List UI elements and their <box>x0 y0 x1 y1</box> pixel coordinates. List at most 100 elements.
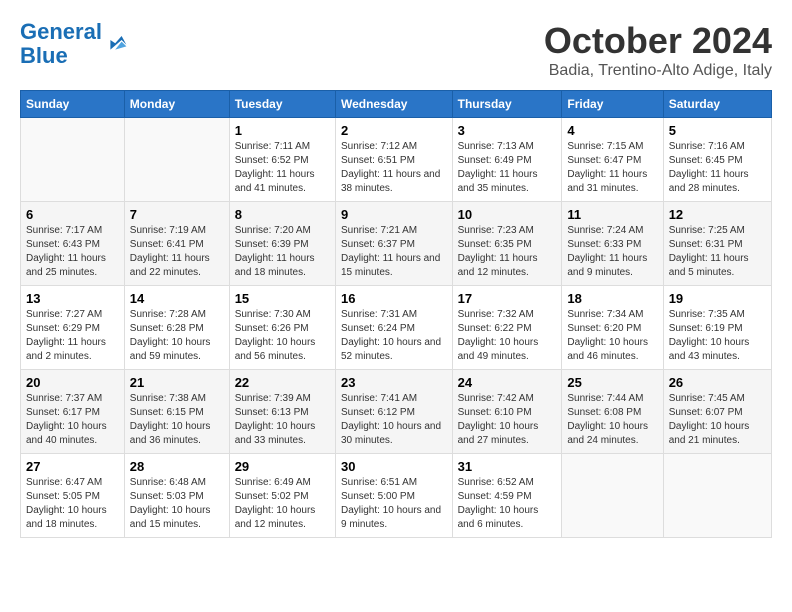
day-detail: Sunrise: 7:16 AM Sunset: 6:45 PM Dayligh… <box>669 140 766 196</box>
day-number: 7 <box>130 207 224 222</box>
day-number: 13 <box>26 291 119 306</box>
title-block: October 2024 Badia, Trentino-Alto Adige,… <box>544 20 772 80</box>
day-detail: Sunrise: 7:42 AM Sunset: 6:10 PM Dayligh… <box>458 392 557 448</box>
calendar-cell: 7 Sunrise: 7:19 AM Sunset: 6:41 PM Daylig… <box>124 202 229 286</box>
day-detail: Sunrise: 7:32 AM Sunset: 6:22 PM Dayligh… <box>458 308 557 364</box>
calendar-cell: 23 Sunrise: 7:41 AM Sunset: 6:12 PM Dayli… <box>335 370 452 454</box>
day-number: 29 <box>235 459 330 474</box>
day-detail: Sunrise: 6:47 AM Sunset: 5:05 PM Dayligh… <box>26 476 119 532</box>
day-detail: Sunrise: 6:51 AM Sunset: 5:00 PM Dayligh… <box>341 476 447 532</box>
weekday-row: SundayMondayTuesdayWednesdayThursdayFrid… <box>21 91 772 118</box>
day-detail: Sunrise: 7:39 AM Sunset: 6:13 PM Dayligh… <box>235 392 330 448</box>
day-number: 15 <box>235 291 330 306</box>
calendar-cell: 5 Sunrise: 7:16 AM Sunset: 6:45 PM Daylig… <box>663 118 771 202</box>
day-number: 30 <box>341 459 447 474</box>
calendar-cell: 28 Sunrise: 6:48 AM Sunset: 5:03 PM Dayli… <box>124 454 229 538</box>
calendar-cell: 16Sunrise: 7:31 AM Sunset: 6:24 PM Dayli… <box>335 286 452 370</box>
day-number: 10 <box>458 207 557 222</box>
calendar-cell: 6 Sunrise: 7:17 AM Sunset: 6:43 PM Daylig… <box>21 202 125 286</box>
day-detail: Sunrise: 7:38 AM Sunset: 6:15 PM Dayligh… <box>130 392 224 448</box>
day-detail: Sunrise: 7:44 AM Sunset: 6:08 PM Dayligh… <box>567 392 657 448</box>
calendar-cell: 15 Sunrise: 7:30 AM Sunset: 6:26 PM Dayli… <box>229 286 335 370</box>
page-header: General Blue October 2024 Badia, Trentin… <box>20 20 772 80</box>
day-detail: Sunrise: 7:34 AM Sunset: 6:20 PM Dayligh… <box>567 308 657 364</box>
day-detail: Sunrise: 6:49 AM Sunset: 5:02 PM Dayligh… <box>235 476 330 532</box>
day-detail: Sunrise: 7:41 AM Sunset: 6:12 PM Dayligh… <box>341 392 447 448</box>
calendar-cell: 19 Sunrise: 7:35 AM Sunset: 6:19 PM Dayli… <box>663 286 771 370</box>
day-number: 11 <box>567 207 657 222</box>
day-detail: Sunrise: 7:31 AM Sunset: 6:24 PM Dayligh… <box>341 308 447 364</box>
day-number: 20 <box>26 375 119 390</box>
day-number: 31 <box>458 459 557 474</box>
month-title: October 2024 <box>544 20 772 62</box>
day-number: 14 <box>130 291 224 306</box>
day-detail: Sunrise: 7:19 AM Sunset: 6:41 PM Dayligh… <box>130 224 224 280</box>
calendar-cell <box>124 118 229 202</box>
day-number: 28 <box>130 459 224 474</box>
calendar-body: 1 Sunrise: 7:11 AM Sunset: 6:52 PM Daylig… <box>21 118 772 538</box>
day-number: 23 <box>341 375 447 390</box>
logo-line2: Blue <box>20 43 68 68</box>
weekday-header-monday: Monday <box>124 91 229 118</box>
day-detail: Sunrise: 6:52 AM Sunset: 4:59 PM Dayligh… <box>458 476 557 532</box>
calendar-cell: 20 Sunrise: 7:37 AM Sunset: 6:17 PM Dayli… <box>21 370 125 454</box>
day-detail: Sunrise: 7:12 AM Sunset: 6:51 PM Dayligh… <box>341 140 447 196</box>
day-detail: Sunrise: 7:24 AM Sunset: 6:33 PM Dayligh… <box>567 224 657 280</box>
day-detail: Sunrise: 7:20 AM Sunset: 6:39 PM Dayligh… <box>235 224 330 280</box>
day-detail: Sunrise: 6:48 AM Sunset: 5:03 PM Dayligh… <box>130 476 224 532</box>
calendar-week-2: 6 Sunrise: 7:17 AM Sunset: 6:43 PM Daylig… <box>21 202 772 286</box>
calendar-cell: 3Sunrise: 7:13 AM Sunset: 6:49 PM Daylig… <box>452 118 562 202</box>
day-number: 5 <box>669 123 766 138</box>
calendar-header: SundayMondayTuesdayWednesdayThursdayFrid… <box>21 91 772 118</box>
day-number: 2 <box>341 123 447 138</box>
day-detail: Sunrise: 7:37 AM Sunset: 6:17 PM Dayligh… <box>26 392 119 448</box>
calendar-cell: 8 Sunrise: 7:20 AM Sunset: 6:39 PM Daylig… <box>229 202 335 286</box>
day-number: 8 <box>235 207 330 222</box>
calendar-week-4: 20 Sunrise: 7:37 AM Sunset: 6:17 PM Dayli… <box>21 370 772 454</box>
day-detail: Sunrise: 7:15 AM Sunset: 6:47 PM Dayligh… <box>567 140 657 196</box>
calendar-cell <box>562 454 663 538</box>
day-number: 1 <box>235 123 330 138</box>
logo-line1: General <box>20 19 102 44</box>
day-number: 9 <box>341 207 447 222</box>
day-detail: Sunrise: 7:28 AM Sunset: 6:28 PM Dayligh… <box>130 308 224 364</box>
calendar-cell: 9 Sunrise: 7:21 AM Sunset: 6:37 PM Daylig… <box>335 202 452 286</box>
calendar-cell: 21 Sunrise: 7:38 AM Sunset: 6:15 PM Dayli… <box>124 370 229 454</box>
day-number: 17 <box>458 291 557 306</box>
calendar-table: SundayMondayTuesdayWednesdayThursdayFrid… <box>20 90 772 538</box>
calendar-week-5: 27Sunrise: 6:47 AM Sunset: 5:05 PM Dayli… <box>21 454 772 538</box>
weekday-header-saturday: Saturday <box>663 91 771 118</box>
day-detail: Sunrise: 7:30 AM Sunset: 6:26 PM Dayligh… <box>235 308 330 364</box>
weekday-header-tuesday: Tuesday <box>229 91 335 118</box>
day-detail: Sunrise: 7:25 AM Sunset: 6:31 PM Dayligh… <box>669 224 766 280</box>
calendar-week-1: 1 Sunrise: 7:11 AM Sunset: 6:52 PM Daylig… <box>21 118 772 202</box>
day-detail: Sunrise: 7:35 AM Sunset: 6:19 PM Dayligh… <box>669 308 766 364</box>
day-number: 3 <box>458 123 557 138</box>
day-number: 19 <box>669 291 766 306</box>
day-number: 4 <box>567 123 657 138</box>
calendar-cell <box>663 454 771 538</box>
weekday-header-friday: Friday <box>562 91 663 118</box>
calendar-cell: 22Sunrise: 7:39 AM Sunset: 6:13 PM Dayli… <box>229 370 335 454</box>
day-detail: Sunrise: 7:17 AM Sunset: 6:43 PM Dayligh… <box>26 224 119 280</box>
calendar-cell: 31 Sunrise: 6:52 AM Sunset: 4:59 PM Dayli… <box>452 454 562 538</box>
day-number: 21 <box>130 375 224 390</box>
calendar-cell: 26Sunrise: 7:45 AM Sunset: 6:07 PM Dayli… <box>663 370 771 454</box>
calendar-cell: 4 Sunrise: 7:15 AM Sunset: 6:47 PM Daylig… <box>562 118 663 202</box>
calendar-cell: 10Sunrise: 7:23 AM Sunset: 6:35 PM Dayli… <box>452 202 562 286</box>
day-detail: Sunrise: 7:45 AM Sunset: 6:07 PM Dayligh… <box>669 392 766 448</box>
weekday-header-thursday: Thursday <box>452 91 562 118</box>
day-number: 24 <box>458 375 557 390</box>
calendar-cell: 30 Sunrise: 6:51 AM Sunset: 5:00 PM Dayli… <box>335 454 452 538</box>
calendar-cell: 27Sunrise: 6:47 AM Sunset: 5:05 PM Dayli… <box>21 454 125 538</box>
calendar-cell: 13Sunrise: 7:27 AM Sunset: 6:29 PM Dayli… <box>21 286 125 370</box>
day-number: 25 <box>567 375 657 390</box>
calendar-cell: 14 Sunrise: 7:28 AM Sunset: 6:28 PM Dayli… <box>124 286 229 370</box>
calendar-cell: 18Sunrise: 7:34 AM Sunset: 6:20 PM Dayli… <box>562 286 663 370</box>
day-number: 6 <box>26 207 119 222</box>
weekday-header-wednesday: Wednesday <box>335 91 452 118</box>
calendar-cell: 12 Sunrise: 7:25 AM Sunset: 6:31 PM Dayli… <box>663 202 771 286</box>
day-number: 12 <box>669 207 766 222</box>
day-detail: Sunrise: 7:21 AM Sunset: 6:37 PM Dayligh… <box>341 224 447 280</box>
day-detail: Sunrise: 7:11 AM Sunset: 6:52 PM Dayligh… <box>235 140 330 196</box>
